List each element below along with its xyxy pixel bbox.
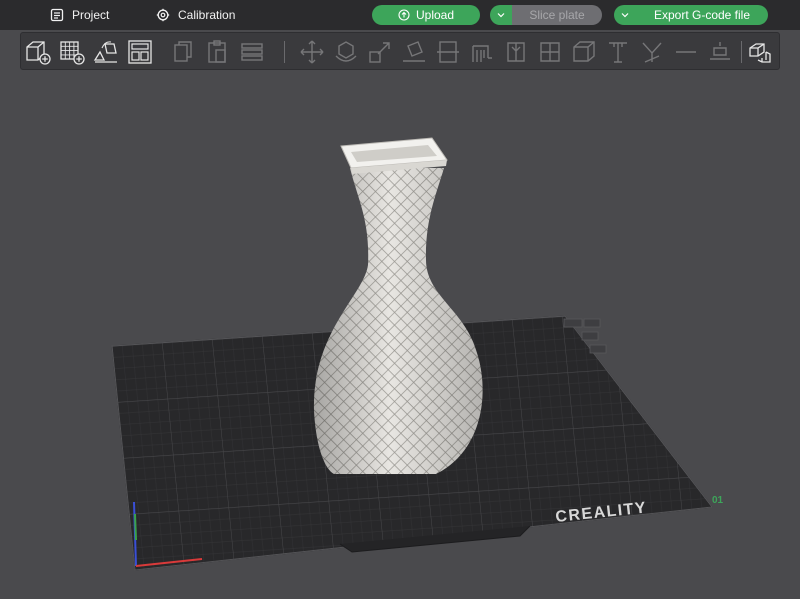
export-gcode-button[interactable]: Export G-code file (636, 5, 768, 25)
plate-arrange-icon[interactable] (581, 331, 599, 341)
tool-paste[interactable] (203, 37, 233, 67)
paste-icon (208, 40, 226, 63)
lay-on-face-icon (403, 41, 425, 62)
add-plate-icon (60, 41, 85, 65)
vase-model[interactable] (313, 137, 483, 474)
tool-variable-layer[interactable] (671, 37, 701, 67)
tool-move[interactable] (297, 37, 327, 67)
arrange-icon (128, 40, 152, 64)
split-objects-icon (749, 43, 771, 63)
slice-options-dropdown[interactable] (490, 5, 512, 25)
tool-scale[interactable] (365, 37, 395, 67)
chevron-down-icon (621, 13, 629, 18)
tool-add-plate[interactable] (57, 37, 87, 67)
tool-color-paint[interactable] (535, 37, 565, 67)
add-object-icon (26, 41, 51, 65)
calibration-icon (156, 8, 170, 22)
tool-support-paint[interactable] (467, 37, 497, 67)
project-icon (50, 8, 64, 22)
text-icon (642, 42, 662, 63)
seam-paint-icon (507, 42, 525, 62)
tool-arrange[interactable] (125, 37, 155, 67)
toolbar (20, 32, 780, 70)
variable-layer-icon (676, 51, 696, 53)
tool-rotate[interactable] (331, 37, 361, 67)
export-gcode-label: Export G-code file (653, 8, 751, 22)
upload-button[interactable]: Upload (372, 5, 480, 25)
color-paint-icon (540, 42, 560, 62)
tool-lay-on-face[interactable] (399, 37, 429, 67)
plate-settings-icon[interactable] (583, 318, 601, 328)
measure-icon (609, 42, 627, 63)
auto-orient-icon (93, 41, 117, 63)
plate-lock-icon[interactable] (563, 318, 583, 328)
calibration-menu[interactable]: Calibration (156, 0, 235, 30)
toolbar-separator (284, 41, 285, 63)
split-objects-icon (710, 42, 730, 60)
tool-measure[interactable] (603, 37, 633, 67)
upload-icon (398, 9, 410, 21)
support-paint-icon (472, 45, 492, 62)
move-icon (300, 40, 324, 64)
slice-plate-button[interactable]: Slice plate (512, 5, 602, 25)
scale-icon (369, 42, 390, 63)
plate-orient-icon[interactable] (589, 344, 607, 354)
tool-seam-paint[interactable] (501, 37, 531, 67)
tool-layers[interactable] (237, 37, 267, 67)
export-options-dropdown[interactable] (614, 5, 636, 25)
slice-plate-label: Slice plate (529, 8, 585, 22)
plate-number: 01 (712, 495, 724, 506)
tool-text[interactable] (637, 37, 667, 67)
3d-viewport[interactable]: CREALITY 01 (0, 70, 800, 599)
rotate-icon (335, 41, 357, 62)
tool-auto-orient[interactable] (91, 37, 121, 67)
project-label: Project (72, 8, 110, 22)
tool-cut[interactable] (433, 37, 463, 67)
layers-icon (241, 43, 263, 61)
hollow-icon (573, 41, 595, 62)
tool-add-object[interactable] (23, 37, 53, 67)
cut-icon (437, 41, 459, 63)
tool-copy[interactable] (169, 37, 199, 67)
tool-split-objects[interactable] (745, 37, 775, 67)
top-bar: Project Calibration Upload Slice plate E… (0, 0, 800, 30)
tool-hollow[interactable] (569, 37, 599, 67)
calibration-label: Calibration (178, 8, 236, 22)
upload-label: Upload (415, 8, 455, 22)
project-menu[interactable]: Project (50, 0, 109, 30)
chevron-down-icon (497, 13, 505, 18)
copy-icon (174, 41, 192, 62)
toolbar-separator (741, 41, 742, 63)
tool-place-on-bed[interactable] (705, 37, 735, 67)
